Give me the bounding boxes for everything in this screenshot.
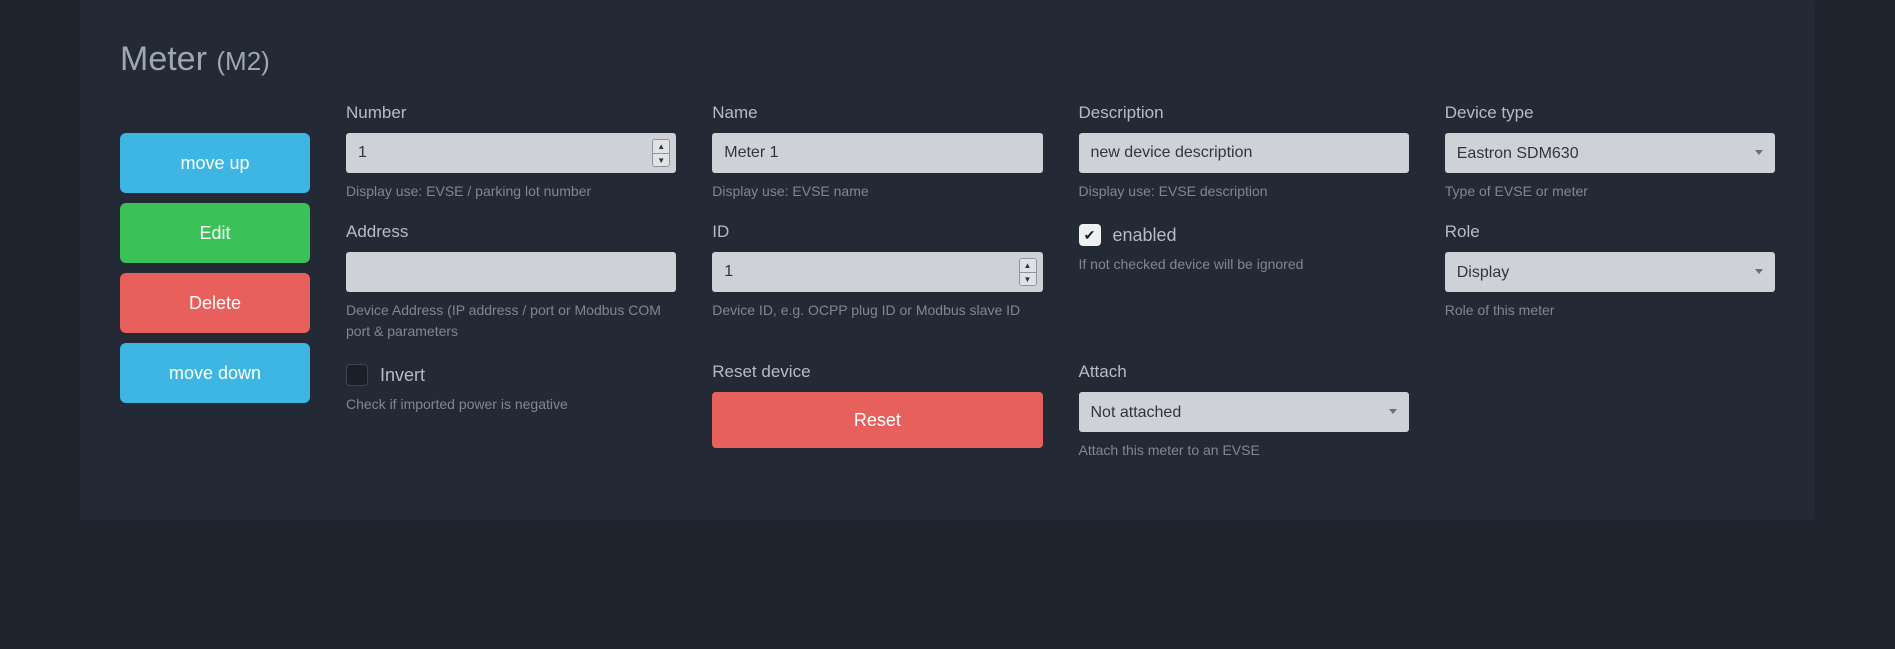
name-help: Display use: EVSE name (712, 181, 1042, 202)
title-sub: (M2) (216, 46, 269, 76)
description-help: Display use: EVSE description (1079, 181, 1409, 202)
address-help: Device Address (IP address / port or Mod… (346, 300, 676, 342)
name-label: Name (712, 103, 1042, 123)
invert-help: Check if imported power is negative (346, 394, 676, 415)
field-name: Name Display use: EVSE name (712, 103, 1042, 202)
role-help: Role of this meter (1445, 300, 1775, 321)
number-help: Display use: EVSE / parking lot number (346, 181, 676, 202)
enabled-label: enabled (1113, 225, 1177, 246)
move-up-button[interactable]: move up (120, 133, 310, 193)
address-input[interactable] (346, 252, 676, 292)
attach-help: Attach this meter to an EVSE (1079, 440, 1409, 461)
id-input[interactable] (712, 252, 1042, 292)
enabled-help: If not checked device will be ignored (1079, 254, 1409, 275)
address-label: Address (346, 222, 676, 242)
fields-grid: Number ▲▼ Display use: EVSE / parking lo… (346, 103, 1775, 461)
role-select[interactable]: Display (1445, 252, 1775, 292)
name-input[interactable] (712, 133, 1042, 173)
field-enabled: ✔ enabled If not checked device will be … (1079, 222, 1409, 342)
reset-label: Reset device (712, 362, 1042, 382)
enabled-checkbox[interactable]: ✔ (1079, 224, 1101, 246)
field-address: Address Device Address (IP address / por… (346, 222, 676, 342)
action-bar: move up Edit Delete move down (120, 103, 310, 461)
reset-button[interactable]: Reset (712, 392, 1042, 448)
description-label: Description (1079, 103, 1409, 123)
meter-panel: Meter (M2) move up Edit Delete move down… (80, 0, 1815, 520)
number-input[interactable] (346, 133, 676, 173)
id-label: ID (712, 222, 1042, 242)
invert-label: Invert (380, 365, 425, 386)
number-label: Number (346, 103, 676, 123)
id-spinner[interactable]: ▲▼ (1019, 258, 1037, 286)
invert-checkbox[interactable] (346, 364, 368, 386)
field-reset: Reset device Reset (712, 362, 1042, 461)
id-help: Device ID, e.g. OCPP plug ID or Modbus s… (712, 300, 1042, 321)
device-type-select[interactable]: Eastron SDM630 (1445, 133, 1775, 173)
field-id: ID ▲▼ Device ID, e.g. OCPP plug ID or Mo… (712, 222, 1042, 342)
move-down-button[interactable]: move down (120, 343, 310, 403)
field-device-type: Device type Eastron SDM630 Type of EVSE … (1445, 103, 1775, 202)
device-type-label: Device type (1445, 103, 1775, 123)
role-label: Role (1445, 222, 1775, 242)
check-icon: ✔ (1084, 227, 1096, 244)
description-input[interactable] (1079, 133, 1409, 173)
page-title: Meter (M2) (120, 40, 1775, 79)
layout: move up Edit Delete move down Number ▲▼ … (120, 103, 1775, 461)
number-spinner[interactable]: ▲▼ (652, 139, 670, 167)
field-role: Role Display Role of this meter (1445, 222, 1775, 342)
field-attach: Attach Not attached Attach this meter to… (1079, 362, 1409, 461)
field-number: Number ▲▼ Display use: EVSE / parking lo… (346, 103, 676, 202)
title-main: Meter (120, 40, 207, 78)
field-invert: Invert Check if imported power is negati… (346, 362, 676, 461)
attach-select[interactable]: Not attached (1079, 392, 1409, 432)
edit-button[interactable]: Edit (120, 203, 310, 263)
device-type-help: Type of EVSE or meter (1445, 181, 1775, 202)
field-description: Description Display use: EVSE descriptio… (1079, 103, 1409, 202)
delete-button[interactable]: Delete (120, 273, 310, 333)
field-empty (1445, 362, 1775, 461)
attach-label: Attach (1079, 362, 1409, 382)
